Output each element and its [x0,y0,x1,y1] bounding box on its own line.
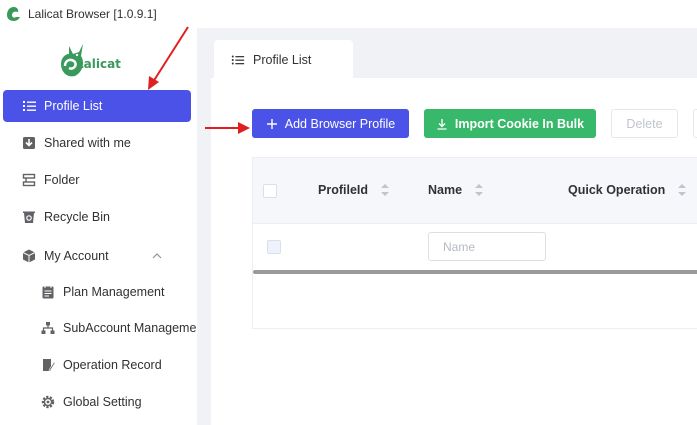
window-title: Lalicat Browser [1.0.9.1] [28,7,157,21]
add-browser-profile-button[interactable]: Add Browser Profile [252,109,409,138]
button-label: Add Browser Profile [284,116,396,131]
select-all-checkbox[interactable] [263,184,277,198]
download-icon [21,135,37,151]
sidebar-item-label: Shared with me [44,136,131,150]
horizontal-scrollbar[interactable] [253,270,697,274]
sidebar: Lalicat Profile List Shared with me Fold… [0,28,203,425]
gear-icon [40,394,56,410]
sidebar-item-label: Folder [44,173,80,187]
import-cookie-button[interactable]: Import Cookie In Bulk [424,109,596,138]
button-label: Delete [626,116,663,131]
column-title: Quick Operation [568,183,666,197]
sort-icon[interactable] [677,183,687,197]
sidebar-item-operation-record[interactable]: Operation Record [3,349,191,381]
sidebar-item-subaccount-management[interactable]: SubAccount Managemen [3,312,203,344]
tab-label: Profile List [253,53,312,67]
table-header: ProfileId Name Quick Operation [253,158,697,224]
folder-icon [21,172,37,188]
tab-profile-list[interactable]: Profile List [214,40,353,80]
filter-row-checkbox [267,240,281,254]
column-title: Name [428,183,463,197]
record-icon [40,357,56,373]
sidebar-item-label: Global Setting [63,395,142,409]
sidebar-item-recycle-bin[interactable]: Recycle Bin [3,201,191,233]
list-icon [231,53,245,67]
sidebar-item-label: SubAccount Managemen [63,321,204,335]
trash-icon [21,209,37,225]
sitemap-icon [40,320,56,336]
download-icon [436,118,448,130]
sidebar-item-label: My Account [44,249,109,263]
sidebar-item-plan-management[interactable]: Plan Management [3,276,191,308]
chevron-up-icon[interactable] [151,250,163,262]
sidebar-item-shared-with-me[interactable]: Shared with me [3,127,191,159]
brand-name: Lalicat [76,57,121,71]
sort-icon[interactable] [380,183,390,197]
sort-icon[interactable] [474,183,484,197]
box-icon [21,248,37,264]
name-filter-input[interactable] [428,232,546,261]
plus-icon [266,118,278,130]
button-label: Import Cookie In Bulk [454,116,585,131]
sidebar-item-label: Operation Record [63,358,162,372]
profile-list-panel: Add Browser Profile Import Cookie In Bul… [211,78,697,425]
sidebar-item-label: Plan Management [63,285,165,299]
sidebar-item-profile-list[interactable]: Profile List [3,90,191,122]
column-header-quick-operation[interactable]: Quick Operation [568,183,687,197]
calendar-icon [40,284,56,300]
profile-table: ProfileId Name Quick Operation [252,157,697,329]
more-button[interactable] [693,109,697,138]
column-header-profileid[interactable]: ProfileId [318,183,390,197]
column-header-name[interactable]: Name [428,183,484,197]
sidebar-item-label: Recycle Bin [44,210,110,224]
title-bar: Lalicat Browser [1.0.9.1] [0,0,697,28]
sidebar-item-global-setting[interactable]: Global Setting [3,386,191,418]
column-title: ProfileId [318,183,369,197]
list-icon [21,98,37,114]
app-logo-icon [7,7,20,21]
sidebar-item-my-account[interactable]: My Account [3,240,191,272]
sidebar-item-folder[interactable]: Folder [3,164,191,196]
main-content: Profile List Add Browser Profile Import … [197,28,697,425]
sidebar-item-label: Profile List [44,99,103,113]
delete-button[interactable]: Delete [611,109,678,138]
